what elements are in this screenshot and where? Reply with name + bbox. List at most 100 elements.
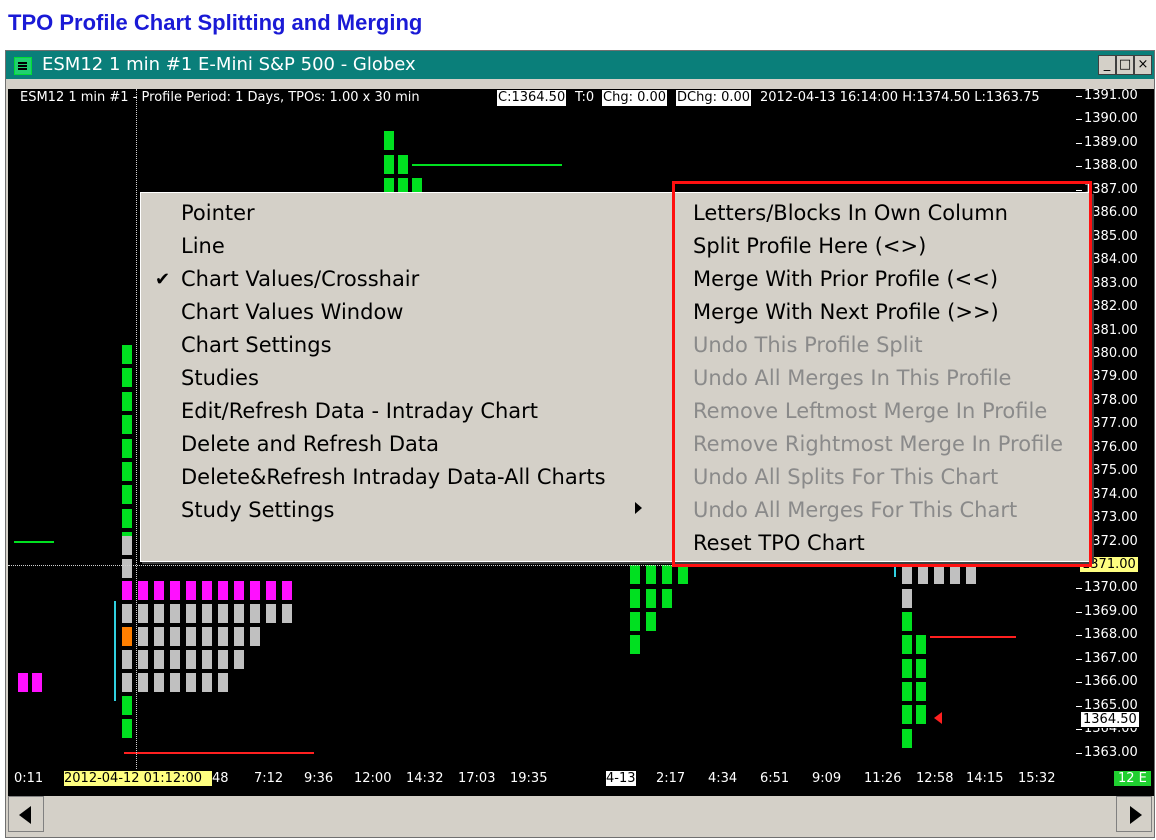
tpo-block: [170, 673, 180, 692]
menu-item[interactable]: Delete and Refresh Data: [181, 432, 439, 456]
tpo-block: [234, 581, 244, 600]
arrow-right-icon: [1130, 806, 1142, 824]
header-ticks: T:0: [575, 90, 595, 105]
time-axis[interactable]: 0:11 2012-04-12 01:12:00 48 7:12 9:36 12:00 14…: [8, 769, 1154, 791]
tpo-menu-item: Remove Leftmost Merge In Profile: [693, 399, 1048, 423]
tpo-menu-item[interactable]: Letters/Blocks In Own Column: [693, 201, 1008, 225]
tpo-block: [202, 627, 212, 646]
tpo-block: [384, 155, 394, 174]
menu-item[interactable]: Chart Values/Crosshair: [181, 267, 419, 291]
time-label: 11:26: [864, 771, 902, 786]
price-label: 1386.00: [1084, 205, 1138, 221]
tpo-block: [122, 415, 132, 435]
scroll-left-button[interactable]: [8, 796, 44, 832]
tpo-block: [218, 604, 228, 623]
context-menu[interactable]: ✔ Pointer Line Chart Values/Crosshair Chart…: [140, 192, 1092, 562]
profile-line: [412, 164, 562, 166]
time-label: 2012-04-12 01:12:00: [64, 771, 212, 786]
tpo-block: [234, 627, 244, 646]
tpo-block: [138, 604, 148, 623]
menu-item[interactable]: Line: [181, 234, 225, 258]
tpo-block: [154, 581, 164, 600]
tpo-block: [630, 589, 640, 608]
time-label: 7:12: [254, 771, 284, 786]
profile-line: [114, 601, 116, 701]
chart-region-badge: 12 E: [1114, 771, 1151, 786]
tpo-block: [122, 559, 132, 578]
time-label: 9:36: [304, 771, 334, 786]
tpo-block: [662, 589, 672, 608]
tpo-block: [122, 536, 132, 555]
tpo-menu-item[interactable]: Reset TPO Chart: [693, 531, 865, 555]
price-label: 1390.00: [1084, 111, 1138, 127]
price-label: 1370.00: [1084, 580, 1138, 596]
tpo-block: [902, 729, 912, 748]
tpo-block: [122, 485, 132, 505]
tpo-block: [218, 673, 228, 692]
menu-item[interactable]: Edit/Refresh Data - Intraday Chart: [181, 399, 538, 423]
price-tick: [1076, 729, 1082, 731]
tpo-block: [186, 581, 196, 600]
tpo-block: [154, 650, 164, 669]
time-label: 14:32: [406, 771, 444, 786]
price-tick: [1076, 682, 1082, 684]
scroll-right-button[interactable]: [1116, 796, 1152, 832]
price-tick: [1076, 635, 1082, 637]
price-label: 1381.00: [1084, 322, 1138, 338]
menu-item[interactable]: Study Settings: [181, 498, 334, 522]
window-titlebar[interactable]: ESM12 1 min #1 E-Mini S&P 500 - Globex _…: [6, 51, 1154, 79]
tpo-block: [902, 635, 912, 654]
time-label: 0:11: [14, 771, 44, 786]
time-label: 4-13: [606, 771, 636, 786]
menu-item[interactable]: Pointer: [181, 201, 255, 225]
tpo-block: [170, 581, 180, 600]
tpo-block: [916, 659, 926, 678]
tpo-menu-item[interactable]: Split Profile Here (<>): [693, 234, 926, 258]
maximize-button[interactable]: □: [1116, 55, 1134, 75]
price-label: 1367.00: [1084, 650, 1138, 666]
tpo-menu-item[interactable]: Merge With Prior Profile (<<): [693, 267, 998, 291]
tpo-block: [138, 627, 148, 646]
profile-line: [930, 636, 1016, 638]
tpo-block: [138, 650, 148, 669]
price-label: 1363.00: [1084, 744, 1138, 760]
horizontal-scrollbar[interactable]: [8, 796, 1154, 832]
tpo-block: [186, 673, 196, 692]
menu-item[interactable]: Studies: [181, 366, 259, 390]
price-label: 1385.00: [1084, 228, 1138, 244]
tpo-block: [122, 650, 132, 669]
menu-item[interactable]: Chart Settings: [181, 333, 332, 357]
tpo-block: [186, 604, 196, 623]
tpo-block: [202, 673, 212, 692]
price-tick: [1076, 658, 1082, 660]
price-label: 1373.00: [1084, 510, 1138, 526]
tpo-block: [202, 604, 212, 623]
menu-item[interactable]: Delete&Refresh Intraday Data-All Charts: [181, 465, 606, 489]
header-datetime-high-low: 2012-04-13 16:14:00 H:1374.50 L:1363.75: [760, 90, 1040, 105]
time-label: 9:09: [812, 771, 842, 786]
tpo-block: [902, 565, 912, 584]
tpo-block: [662, 565, 672, 584]
time-label: 15:32: [1018, 771, 1056, 786]
tpo-block: [122, 345, 132, 364]
minimize-button[interactable]: _: [1098, 55, 1116, 75]
tpo-block: [122, 604, 132, 623]
tpo-block: [916, 705, 926, 724]
tpo-block: [398, 155, 408, 174]
price-tick: [1076, 752, 1082, 754]
tpo-block: [122, 368, 132, 388]
close-button[interactable]: ×: [1134, 55, 1152, 75]
tpo-block: [934, 565, 944, 584]
window-title: ESM12 1 min #1 E-Mini S&P 500 - Globex: [42, 54, 416, 75]
tpo-block: [122, 438, 132, 458]
price-label: 1374.00: [1084, 486, 1138, 502]
tpo-block: [266, 604, 276, 623]
price-label: 1378.00: [1084, 392, 1138, 408]
tpo-block: [646, 612, 656, 631]
tpo-block: [234, 604, 244, 623]
price-label: 1382.00: [1084, 299, 1138, 315]
tpo-menu-item[interactable]: Merge With Next Profile (>>): [693, 300, 999, 324]
price-tick: [1076, 705, 1082, 707]
menu-item[interactable]: Chart Values Window: [181, 300, 403, 324]
tpo-block: [902, 705, 912, 724]
